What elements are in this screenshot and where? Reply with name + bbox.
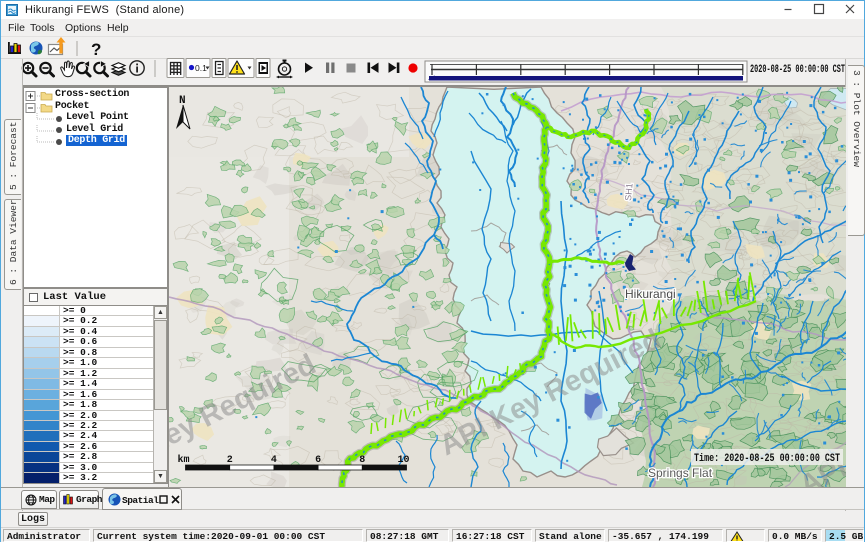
svg-text:Time: 2020-08-25 00:00:00 CST: Time: 2020-08-25 00:00:00 CST <box>694 453 840 465</box>
svg-text:SH1: SH1 <box>623 183 634 201</box>
svg-text:8: 8 <box>359 455 365 466</box>
svg-text:10: 10 <box>397 455 409 466</box>
svg-text:?: ? <box>91 40 101 59</box>
svg-text:N: N <box>179 95 186 107</box>
svg-text:Hikurangi: Hikurangi <box>625 287 676 301</box>
svg-text:2: 2 <box>227 455 233 466</box>
svg-text:4: 4 <box>271 455 277 466</box>
svg-text:6: 6 <box>315 455 321 466</box>
svg-text:km: km <box>178 454 190 466</box>
svg-text:Springs Flat: Springs Flat <box>648 466 713 480</box>
